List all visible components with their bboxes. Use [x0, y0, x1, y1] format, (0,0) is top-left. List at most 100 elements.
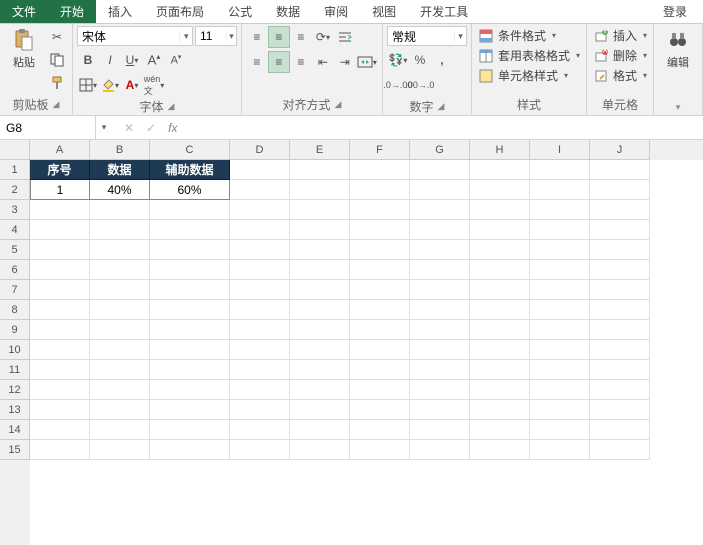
cell-A14[interactable]: [30, 420, 90, 440]
cell-J12[interactable]: [590, 380, 650, 400]
cell-I13[interactable]: [530, 400, 590, 420]
row-header-10[interactable]: 10: [0, 340, 30, 360]
cell-I12[interactable]: [530, 380, 590, 400]
col-header-G[interactable]: G: [410, 140, 470, 160]
editing-expand[interactable]: ▾: [676, 102, 681, 113]
align-center-button[interactable]: ≡: [268, 51, 290, 73]
cell-A8[interactable]: [30, 300, 90, 320]
cell-E1[interactable]: [290, 160, 350, 180]
cell-J1[interactable]: [590, 160, 650, 180]
login-link[interactable]: 登录: [651, 0, 703, 23]
font-dialog-launcher[interactable]: ◢: [168, 101, 175, 112]
cell-H4[interactable]: [470, 220, 530, 240]
row-header-9[interactable]: 9: [0, 320, 30, 340]
cell-H6[interactable]: [470, 260, 530, 280]
cell-E11[interactable]: [290, 360, 350, 380]
cell-G10[interactable]: [410, 340, 470, 360]
cell-D13[interactable]: [230, 400, 290, 420]
cell-C8[interactable]: [150, 300, 230, 320]
cell-F4[interactable]: [350, 220, 410, 240]
row-header-5[interactable]: 5: [0, 240, 30, 260]
cell-G5[interactable]: [410, 240, 470, 260]
row-header-6[interactable]: 6: [0, 260, 30, 280]
col-header-F[interactable]: F: [350, 140, 410, 160]
tab-review[interactable]: 审阅: [312, 0, 360, 23]
cell-F15[interactable]: [350, 440, 410, 460]
tab-data[interactable]: 数据: [264, 0, 312, 23]
cell-G15[interactable]: [410, 440, 470, 460]
fill-color-button[interactable]: ▾: [99, 74, 121, 96]
worksheet[interactable]: ABCDEFGHIJ 123456789101112131415 序号数据辅助数…: [0, 140, 703, 545]
col-header-D[interactable]: D: [230, 140, 290, 160]
cell-H7[interactable]: [470, 280, 530, 300]
row-header-8[interactable]: 8: [0, 300, 30, 320]
row-header-4[interactable]: 4: [0, 220, 30, 240]
row-header-2[interactable]: 2: [0, 180, 30, 200]
select-all-corner[interactable]: [0, 140, 30, 160]
cell-G1[interactable]: [410, 160, 470, 180]
paste-button[interactable]: 粘贴: [4, 26, 44, 72]
cell-H1[interactable]: [470, 160, 530, 180]
cell-B11[interactable]: [90, 360, 150, 380]
cell-I9[interactable]: [530, 320, 590, 340]
cell-F13[interactable]: [350, 400, 410, 420]
font-size-combo[interactable]: ▾: [195, 26, 237, 46]
cell-G8[interactable]: [410, 300, 470, 320]
font-size-input[interactable]: [196, 29, 226, 43]
comma-button[interactable]: ,: [431, 49, 453, 71]
number-format-input[interactable]: [388, 29, 454, 43]
row-header-7[interactable]: 7: [0, 280, 30, 300]
cell-J14[interactable]: [590, 420, 650, 440]
cell-I2[interactable]: [530, 180, 590, 200]
cell-J15[interactable]: [590, 440, 650, 460]
cell-E2[interactable]: [290, 180, 350, 200]
cell-B14[interactable]: [90, 420, 150, 440]
tab-formulas[interactable]: 公式: [216, 0, 264, 23]
cell-J7[interactable]: [590, 280, 650, 300]
row-header-12[interactable]: 12: [0, 380, 30, 400]
phonetic-button[interactable]: wén文▾: [143, 74, 165, 96]
cell-A1[interactable]: 序号: [30, 160, 90, 180]
cell-F3[interactable]: [350, 200, 410, 220]
cell-J8[interactable]: [590, 300, 650, 320]
cell-J10[interactable]: [590, 340, 650, 360]
cell-H3[interactable]: [470, 200, 530, 220]
fx-icon[interactable]: fx: [168, 121, 177, 135]
merge-button[interactable]: ▾: [356, 51, 378, 73]
tab-developer[interactable]: 开发工具: [408, 0, 480, 23]
tab-file[interactable]: 文件: [0, 0, 48, 23]
wrap-text-button[interactable]: [334, 26, 356, 48]
cell-J9[interactable]: [590, 320, 650, 340]
cell-B2[interactable]: 40%: [90, 180, 150, 200]
cell-F10[interactable]: [350, 340, 410, 360]
cell-G12[interactable]: [410, 380, 470, 400]
cell-C11[interactable]: [150, 360, 230, 380]
cell-I6[interactable]: [530, 260, 590, 280]
cell-C3[interactable]: [150, 200, 230, 220]
row-header-3[interactable]: 3: [0, 200, 30, 220]
cell-A11[interactable]: [30, 360, 90, 380]
cell-G9[interactable]: [410, 320, 470, 340]
cell-I4[interactable]: [530, 220, 590, 240]
tab-home[interactable]: 开始: [48, 0, 96, 23]
cell-H12[interactable]: [470, 380, 530, 400]
col-header-E[interactable]: E: [290, 140, 350, 160]
font-name-input[interactable]: [78, 29, 179, 43]
cell-A2[interactable]: 1: [30, 180, 90, 200]
cell-G11[interactable]: [410, 360, 470, 380]
cell-E12[interactable]: [290, 380, 350, 400]
currency-button[interactable]: 💱▾: [387, 49, 409, 71]
cell-B5[interactable]: [90, 240, 150, 260]
cell-C14[interactable]: [150, 420, 230, 440]
cell-C6[interactable]: [150, 260, 230, 280]
cell-C10[interactable]: [150, 340, 230, 360]
cell-F11[interactable]: [350, 360, 410, 380]
cell-F5[interactable]: [350, 240, 410, 260]
decrease-font-button[interactable]: A▾: [165, 49, 187, 71]
cell-F8[interactable]: [350, 300, 410, 320]
cell-G3[interactable]: [410, 200, 470, 220]
orientation-button[interactable]: ⟳▾: [312, 26, 334, 48]
cell-H11[interactable]: [470, 360, 530, 380]
cell-H5[interactable]: [470, 240, 530, 260]
cells-area[interactable]: 序号数据辅助数据140%60%: [30, 160, 703, 545]
